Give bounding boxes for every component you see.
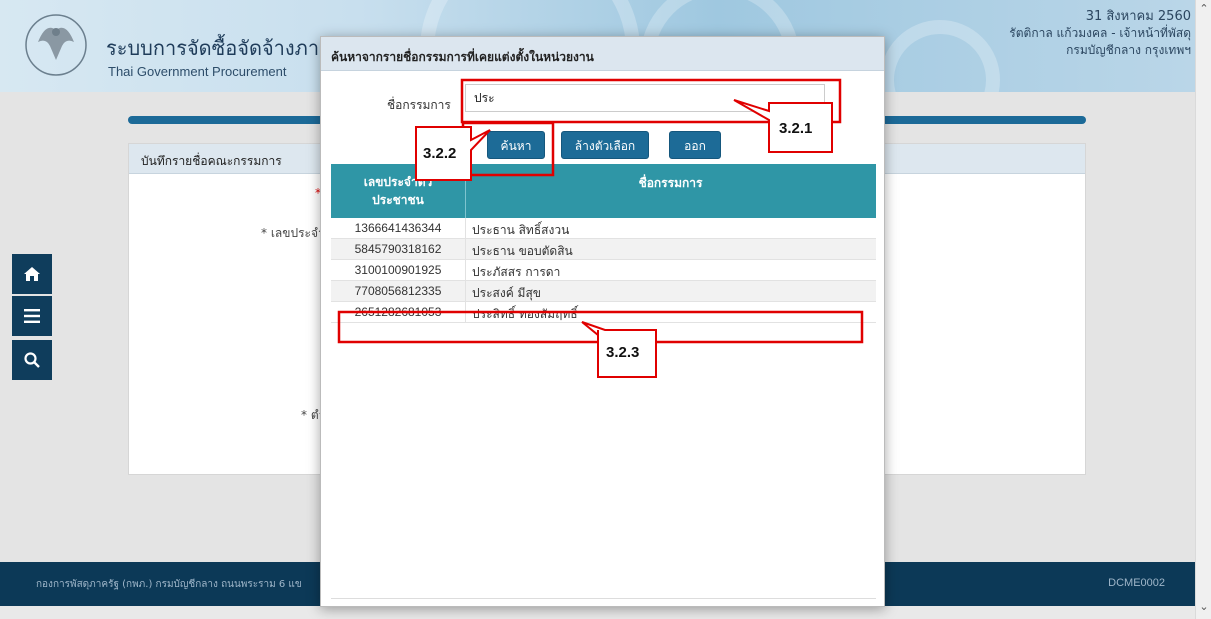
annotation-label: 3.2.1 (779, 120, 813, 137)
modal-title: ค้นหาจากรายชื่อกรรมการที่เคยแต่งตั้งในหน… (331, 50, 594, 64)
table-row[interactable]: 2651282681053 ประสิทธิ์ ทองสัมฤทธิ์ (331, 302, 876, 323)
annotation-label: 3.2.2 (423, 145, 457, 162)
row-id-cell: 5845790318162 (354, 242, 442, 256)
row-id-cell: 3100100901925 (354, 263, 442, 277)
system-subtitle: Thai Government Procurement (108, 64, 287, 79)
table-row[interactable]: 3100100901925 ประภัสสร การดา (331, 260, 876, 281)
column-header-id: เลขประจำตัว ประชาชน (331, 173, 465, 209)
column-header-id-line1: เลขประจำตัว (363, 175, 433, 189)
cell-divider (465, 260, 466, 281)
page-scrollbar[interactable]: ⌃ ⌄ (1195, 0, 1211, 619)
system-title: ระบบการจัดซื้อจัดจ้างภาค (106, 36, 333, 60)
cell-divider (465, 302, 466, 323)
cell-divider (465, 281, 466, 302)
row-id-cell: 2651282681053 (354, 305, 442, 319)
modal-header: ค้นหาจากรายชื่อกรรมการที่เคยแต่งตั้งในหน… (321, 37, 884, 71)
home-button[interactable] (12, 254, 52, 294)
header-user-info: 31 สิงหาคม 2560 รัตติกาล แก้วมงคล - เจ้า… (1009, 8, 1191, 59)
search-icon (24, 352, 40, 368)
row-name-cell[interactable]: ประธาน สิทธิ์สงวน (472, 221, 569, 240)
menu-button[interactable] (12, 296, 52, 336)
row-name-cell[interactable]: ประธาน ขอบตัดสิน (472, 242, 573, 261)
menu-icon (24, 309, 40, 323)
footer-text: กองการพัสดุภาครัฐ (กพภ.) กรมบัญชีกลาง ถน… (36, 579, 302, 590)
search-nav-button[interactable] (12, 340, 52, 380)
garuda-logo (25, 14, 87, 76)
header-org: กรมบัญชีกลาง กรุงเทพฯ (1066, 43, 1191, 57)
row-name-cell[interactable]: ประภัสสร การดา (472, 263, 560, 282)
table-row[interactable]: 1366641436344 ประธาน สิทธิ์สงวน (331, 218, 876, 239)
column-header-id-line2: ประชาชน (372, 193, 424, 207)
cell-divider (465, 239, 466, 260)
row-name-cell[interactable]: ประสิทธิ์ ทองสัมฤทธิ์ (472, 305, 578, 324)
id-field-label: * เลขประจำ (261, 226, 325, 240)
table-row[interactable]: 7708056812335 ประสงค์ มีสุข (331, 281, 876, 302)
exit-button[interactable]: ออก (669, 131, 721, 159)
cell-divider (465, 218, 466, 239)
table-row[interactable]: 5845790318162 ประธาน ขอบตัดสิน (331, 239, 876, 260)
row-id-cell: 1366641436344 (354, 221, 442, 235)
results-table-header: เลขประจำตัว ประชาชน ชื่อกรรมการ (331, 164, 876, 218)
header-decoration (880, 20, 1000, 92)
header-user[interactable]: รัตติกาล แก้วมงคล - เจ้าหน้าที่พัสดุ (1009, 25, 1191, 42)
home-icon (24, 267, 40, 281)
header-date: 31 สิงหาคม 2560 (1085, 9, 1191, 24)
bottom-strip (0, 606, 1195, 619)
page-code: DCME0002 (1108, 577, 1165, 589)
row-id-cell: 7708056812335 (354, 284, 442, 298)
annotation-label: 3.2.3 (606, 344, 640, 361)
modal-footer-line (331, 598, 876, 601)
clear-selection-button[interactable]: ล้างตัวเลือก (561, 131, 649, 159)
row-name-cell[interactable]: ประสงค์ มีสุข (472, 284, 541, 303)
committee-name-input[interactable]: ประ (465, 84, 825, 112)
panel-title: บันทึกรายชื่อคณะกรรมการ (141, 154, 282, 168)
search-button[interactable]: ค้นหา (487, 131, 545, 159)
column-header-name: ชื่อกรรมการ (638, 176, 703, 190)
scroll-down-icon[interactable]: ⌄ (1198, 600, 1210, 613)
committee-name-label: ชื่อกรรมการ (387, 98, 451, 112)
scroll-up-icon[interactable]: ⌃ (1198, 2, 1210, 15)
